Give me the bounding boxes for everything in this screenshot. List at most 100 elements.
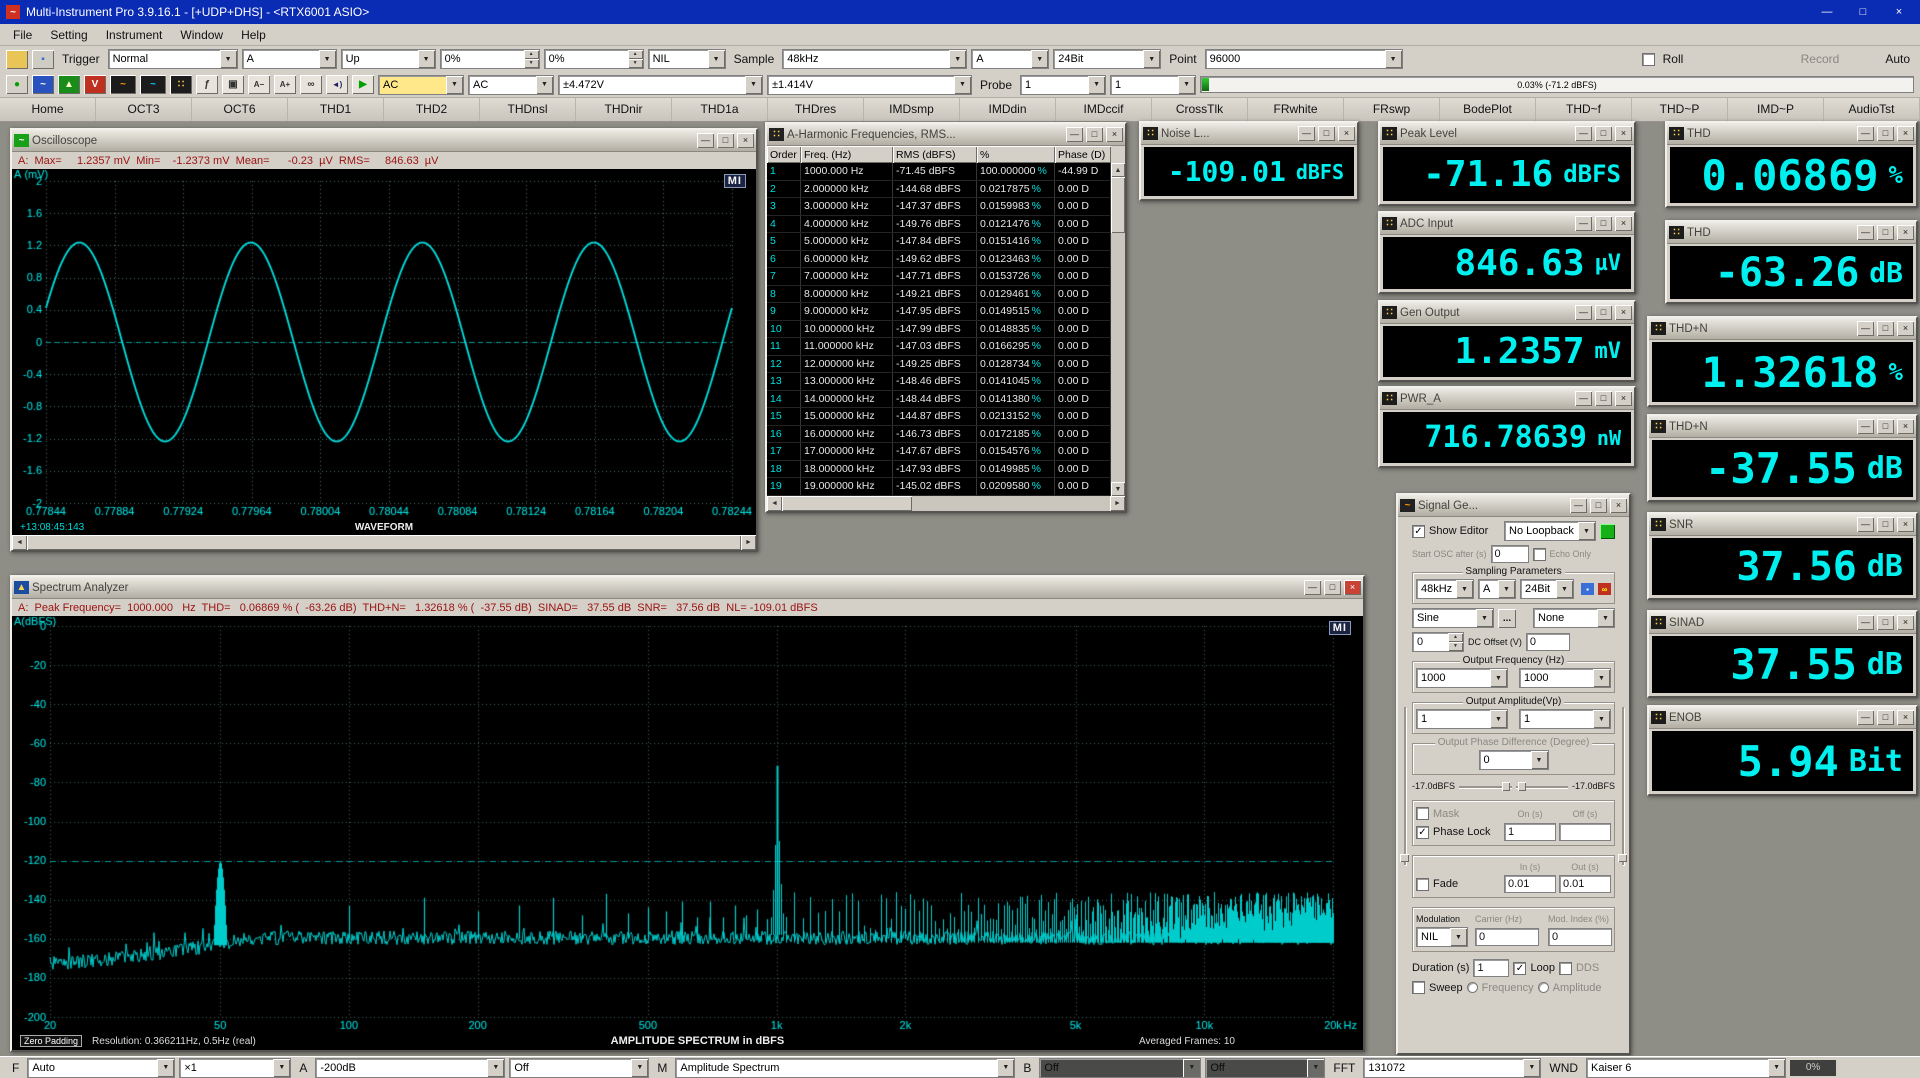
chevron-down-icon[interactable]: ▼	[1593, 710, 1610, 728]
slider-knob[interactable]	[1618, 854, 1627, 862]
table-row[interactable]: 1818.000000 kHz-147.93 dBFS0.0149985%0.0…	[767, 461, 1111, 479]
table-row[interactable]: 1212.000000 kHz-149.25 dBFS0.0128734%0.0…	[767, 356, 1111, 374]
chevron-down-icon[interactable]: ▼	[1531, 751, 1548, 769]
app-minimize-button[interactable]: —	[1812, 2, 1842, 22]
phase-difference-combo[interactable]: 0▼	[1479, 750, 1549, 770]
tab-imd~p[interactable]: IMD~P	[1728, 98, 1824, 121]
app-close-button[interactable]: ×	[1884, 2, 1914, 22]
siggen-minimize-button[interactable]: —	[1570, 498, 1587, 513]
menu-help[interactable]: Help	[232, 28, 275, 42]
loopback-combo[interactable]: No Loopback▼	[1504, 521, 1596, 541]
chevron-down-icon[interactable]: ▼	[1498, 580, 1515, 598]
harmonics-close-button[interactable]: ×	[1106, 127, 1123, 142]
meter-close-button[interactable]: ×	[1897, 126, 1914, 141]
waveform-b-combo[interactable]: None▼	[1533, 608, 1615, 628]
meter-minimize-button[interactable]: —	[1857, 225, 1874, 240]
output-level-b-slider[interactable]	[1516, 782, 1568, 791]
slider-knob[interactable]	[1400, 854, 1409, 862]
meter-close-button[interactable]: ×	[1615, 216, 1632, 231]
meter-titlebar-peak[interactable]: ∷Peak Level—□×	[1380, 123, 1634, 145]
chevron-down-icon[interactable]: ▼	[1490, 710, 1507, 728]
meter-titlebar-thdn_pct[interactable]: ∷THD+N—□×	[1649, 318, 1916, 340]
meter-minimize-button[interactable]: —	[1857, 419, 1874, 434]
table-row[interactable]: 1313.000000 kHz-148.46 dBFS0.0141045%0.0…	[767, 373, 1111, 391]
spectrum-close-button[interactable]: ×	[1344, 580, 1361, 595]
meter-titlebar-thd_db[interactable]: ∷THD—□×	[1667, 222, 1916, 244]
meter-close-button[interactable]: ×	[1615, 391, 1632, 406]
frequency-a-combo[interactable]: 1000▼	[1416, 668, 1508, 688]
chevron-down-icon[interactable]: ▼	[536, 76, 553, 94]
spectrum-titlebar[interactable]: ▲ Spectrum Analyzer — □ ×	[12, 577, 1363, 599]
table-row[interactable]: 1010.000000 kHz-147.99 dBFS0.0148835%0.0…	[767, 321, 1111, 339]
channel-b-mode1-combo[interactable]: Off▼	[1039, 1058, 1201, 1078]
tab-thdres[interactable]: THDres	[768, 98, 864, 121]
spectrum-window-icon[interactable]: ▲	[58, 75, 80, 94]
meter-maximize-button[interactable]: □	[1877, 517, 1894, 532]
chevron-down-icon[interactable]: ▼	[631, 1059, 648, 1077]
waveform-a-combo[interactable]: Sine▼	[1412, 608, 1494, 628]
duration-input[interactable]: 1	[1473, 959, 1509, 977]
oscilloscope-scroll-thumb[interactable]	[27, 535, 741, 550]
chevron-down-icon[interactable]: ▼	[708, 50, 725, 68]
meter-maximize-button[interactable]: □	[1877, 225, 1894, 240]
tab-oct6[interactable]: OCT6	[192, 98, 288, 121]
meter-minimize-button[interactable]: —	[1857, 710, 1874, 725]
sweep-checkbox[interactable]	[1412, 981, 1425, 994]
meter-titlebar-enob[interactable]: ∷ENOB—□×	[1649, 707, 1916, 729]
oscilloscope-plot[interactable]	[12, 169, 756, 519]
font-decrease-icon[interactable]: A−	[248, 75, 270, 94]
start-osc-input[interactable]: 0	[1491, 545, 1529, 563]
harmonics-maximize-button[interactable]: □	[1086, 127, 1103, 142]
mod-index-input[interactable]: 0	[1548, 928, 1612, 946]
chevron-down-icon[interactable]: ▼	[745, 76, 762, 94]
phase-lock-checkbox[interactable]: ✓	[1416, 826, 1429, 839]
tab-home[interactable]: Home	[0, 98, 96, 121]
chevron-down-icon[interactable]: ▼	[1523, 1059, 1540, 1077]
chevron-down-icon[interactable]: ▼	[949, 50, 966, 68]
derived-data-icon[interactable]: ƒ	[196, 75, 218, 94]
spectrum-minimize-button[interactable]: —	[1304, 580, 1321, 595]
signal-generator-b-icon[interactable]: ~	[140, 75, 166, 94]
menu-setting[interactable]: Setting	[41, 28, 96, 42]
font-increase-icon[interactable]: A+	[274, 75, 296, 94]
amplitude-b-combo[interactable]: 1▼	[1519, 709, 1611, 729]
spin-up-icon[interactable]: ▲	[524, 50, 539, 59]
save-file-icon[interactable]: ▪	[32, 50, 54, 69]
meter-close-button[interactable]: ×	[1897, 615, 1914, 630]
meter-titlebar-sinad[interactable]: ∷SINAD—□×	[1649, 612, 1916, 634]
chevron-down-icon[interactable]: ▼	[446, 76, 463, 94]
trigger-level-spinner[interactable]: 0%▲▼	[440, 49, 540, 69]
meter-close-button[interactable]: ×	[1897, 517, 1914, 532]
meter-minimize-button[interactable]: —	[1857, 517, 1874, 532]
tab-imddin[interactable]: IMDdin	[960, 98, 1056, 121]
probe-b-combo[interactable]: 1▼	[1110, 75, 1196, 95]
dc-offset-input[interactable]: 0	[1526, 633, 1570, 651]
harmonics-col-header[interactable]: %	[977, 146, 1055, 163]
coupling-a-combo[interactable]: AC▼	[378, 75, 464, 95]
phase-lock-input[interactable]: 1	[1504, 823, 1556, 841]
signal-generator-titlebar[interactable]: ~ Signal Ge... — □ ×	[1398, 495, 1629, 517]
meter-titlebar-thd_pct[interactable]: ∷THD—□×	[1667, 123, 1916, 145]
slider-knob[interactable]	[1502, 782, 1510, 791]
fine-adjust-spinner[interactable]: 0▲▼	[1412, 632, 1464, 652]
meter-maximize-button[interactable]: □	[1877, 710, 1894, 725]
menu-file[interactable]: File	[4, 28, 41, 42]
save-icon[interactable]: ▪	[1581, 583, 1594, 595]
channel-b-mode2-combo[interactable]: Off▼	[1205, 1058, 1325, 1078]
menu-instrument[interactable]: Instrument	[97, 28, 172, 42]
meter-titlebar-pwr[interactable]: ∷PWR_A—□×	[1380, 388, 1634, 410]
spectrum-plot[interactable]	[12, 616, 1363, 1032]
output-level-a-slider[interactable]	[1459, 782, 1511, 791]
scroll-right-icon[interactable]: ►	[1110, 496, 1125, 511]
meter-close-button[interactable]: ×	[1338, 126, 1355, 141]
table-row[interactable]: 11000.000 Hz-71.45 dBFS100.000000%-44.99…	[767, 163, 1111, 181]
chevron-down-icon[interactable]: ▼	[954, 76, 971, 94]
hpf-combo[interactable]: NIL▼	[648, 49, 726, 69]
gen-sample-rate-combo[interactable]: 48kHz▼	[1416, 579, 1474, 599]
fft-size-combo[interactable]: 131072▼	[1363, 1058, 1541, 1078]
meter-minimize-button[interactable]: —	[1857, 126, 1874, 141]
attenuation-combo[interactable]: -200dB▼	[315, 1058, 505, 1078]
table-row[interactable]: 22.000000 kHz-144.68 dBFS0.0217875%0.00 …	[767, 181, 1111, 199]
tab-audiotst[interactable]: AudioTst	[1824, 98, 1920, 121]
harmonics-hscrollbar[interactable]: ◄ ►	[767, 496, 1125, 511]
